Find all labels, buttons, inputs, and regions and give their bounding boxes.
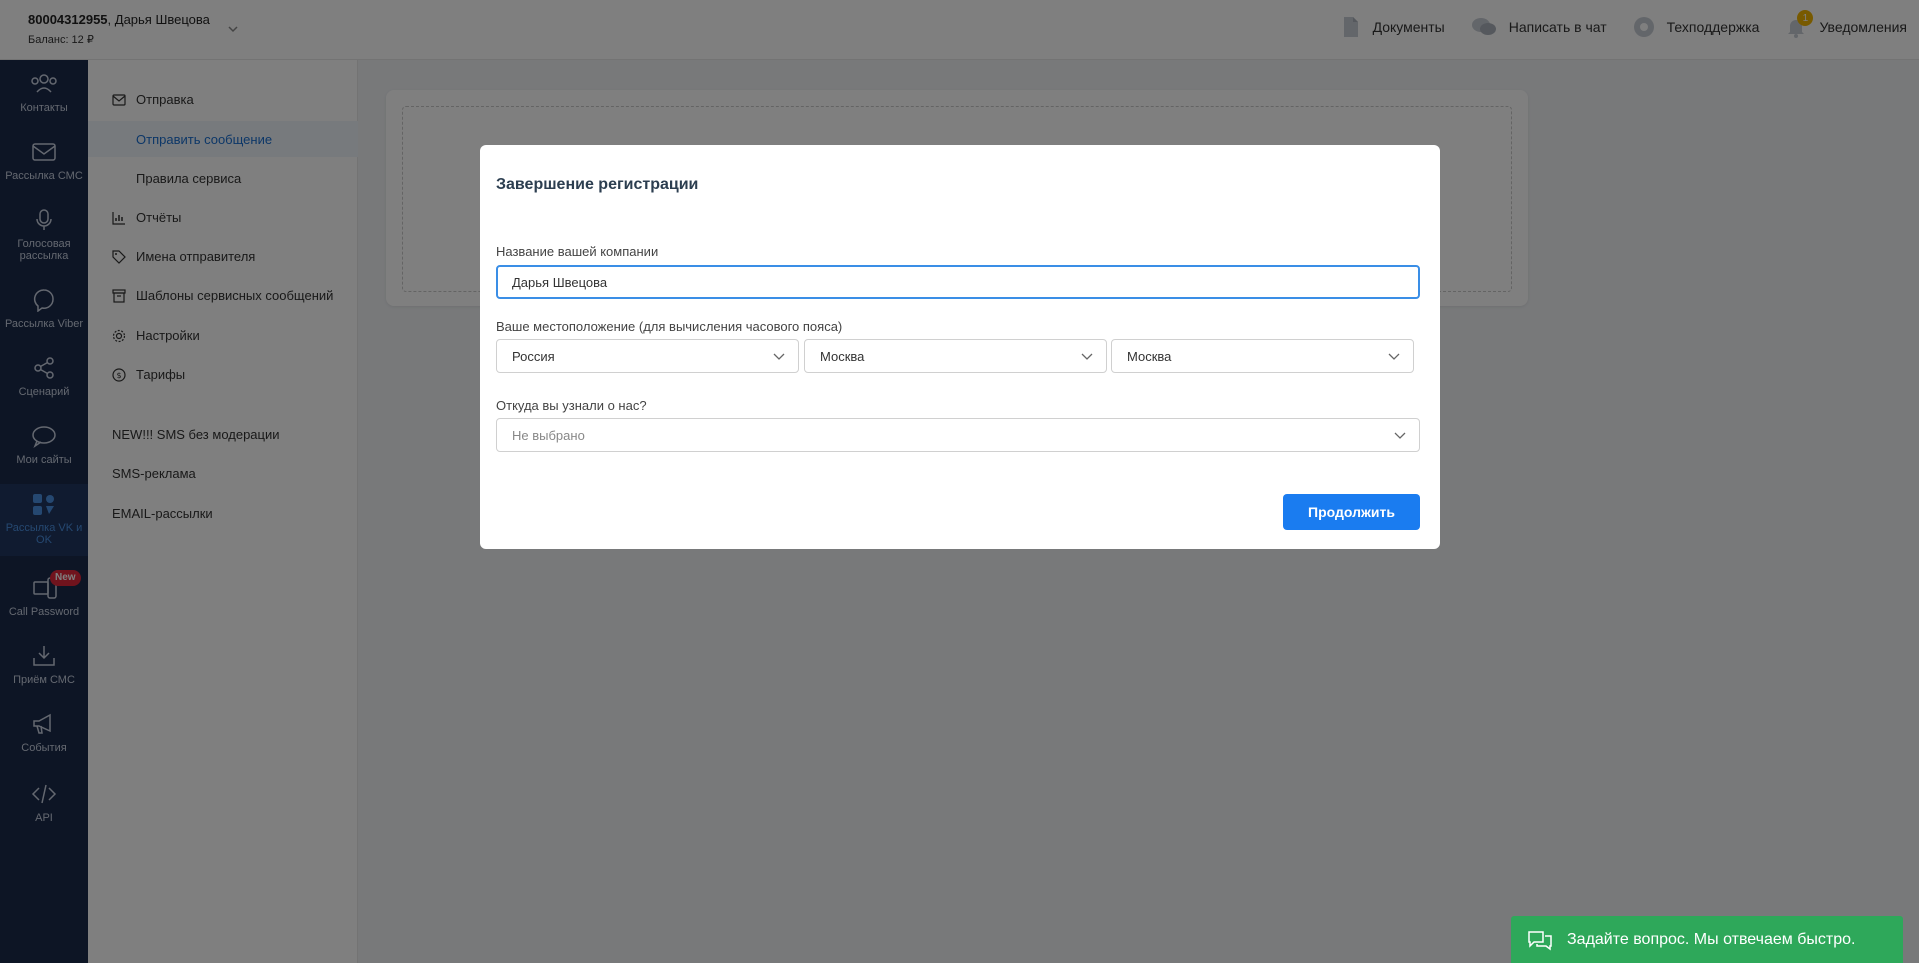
chevron-down-icon [773, 353, 785, 360]
company-label: Название вашей компании [496, 244, 659, 259]
chevron-down-icon [1394, 432, 1406, 439]
location-label: Ваше местоположение (для вычисления часо… [496, 319, 843, 334]
source-select[interactable]: Не выбрано [496, 418, 1420, 452]
registration-modal: Завершение регистрации Название вашей ко… [480, 145, 1440, 549]
chat-bubbles-icon [1528, 930, 1552, 950]
company-name-input[interactable] [496, 265, 1420, 299]
city-select[interactable]: Москва [1111, 339, 1414, 373]
chat-widget[interactable]: Задайте вопрос. Мы отвечаем быстро. [1511, 916, 1903, 963]
chevron-down-icon [1388, 353, 1400, 360]
modal-title: Завершение регистрации [496, 176, 699, 193]
country-select[interactable]: Россия [496, 339, 799, 373]
region-select[interactable]: Москва [804, 339, 1107, 373]
chevron-down-icon [1081, 353, 1093, 360]
continue-button[interactable]: Продолжить [1283, 494, 1420, 530]
source-label: Откуда вы узнали о нас? [496, 398, 647, 413]
